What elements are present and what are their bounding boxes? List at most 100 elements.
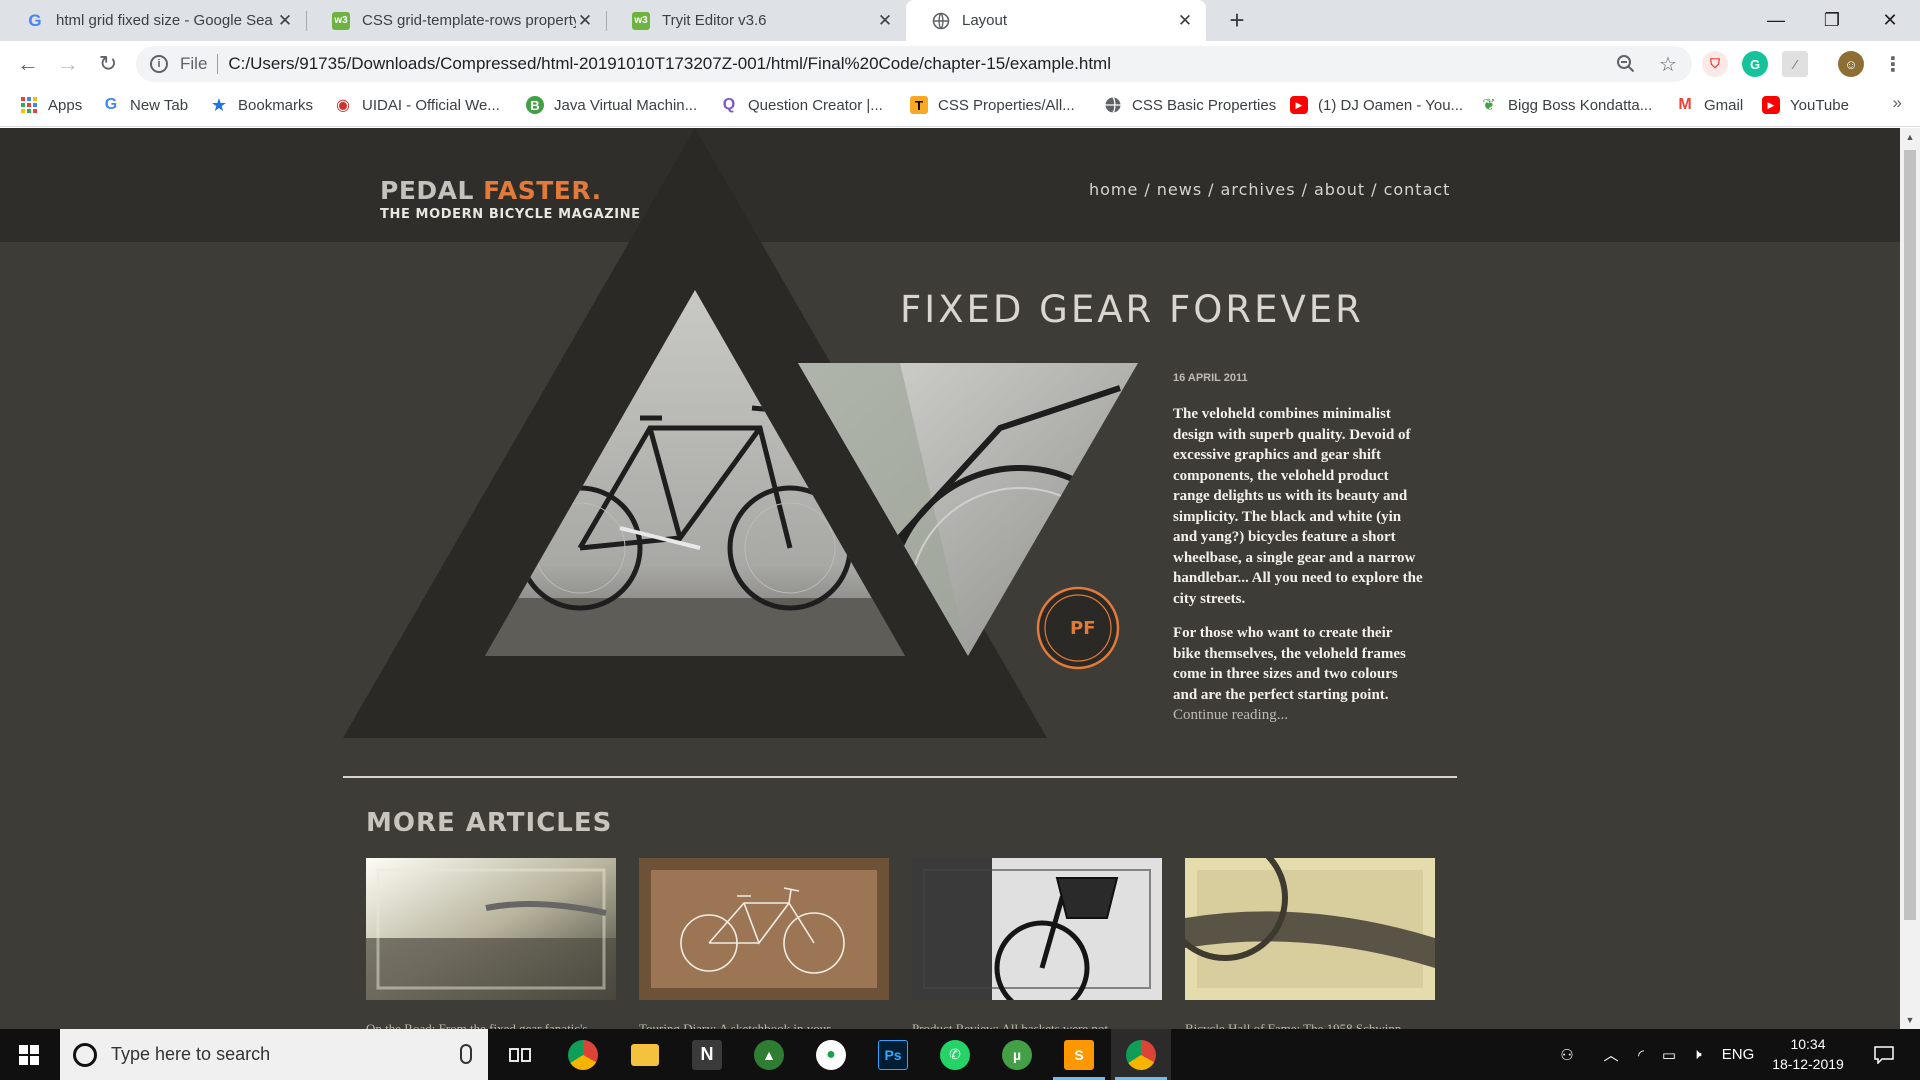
more-articles-heading: MORE ARTICLES [366, 808, 613, 838]
page-scrollbar[interactable]: ▲ ▼ [1900, 128, 1920, 1029]
bookmark-label: Apps [48, 96, 83, 114]
nav-home[interactable]: home [1089, 180, 1138, 199]
grammarly-icon[interactable]: G [1742, 51, 1768, 77]
scroll-down-arrow[interactable]: ▼ [1900, 1011, 1920, 1029]
zoom-icon[interactable] [1612, 50, 1640, 78]
bookmark-uidai[interactable]: ◉ UIDAI - Official We... [334, 87, 500, 123]
close-window-button[interactable]: ✕ [1862, 0, 1918, 41]
bookmark-bigg-boss[interactable]: ❦ Bigg Boss Kondatta... [1480, 87, 1652, 123]
tab-tryit-editor[interactable]: w3 Tryit Editor v3.6 ✕ [606, 0, 906, 41]
battery-icon[interactable]: ▭ [1656, 1029, 1682, 1080]
shield-extension-icon[interactable]: ⛉ [1702, 51, 1728, 77]
bookmarks-overflow-button[interactable]: » [1893, 93, 1902, 113]
tab-title: Tryit Editor v3.6 [662, 12, 767, 29]
people-icon[interactable]: ⚇ [1550, 1029, 1584, 1080]
tab-layout[interactable]: Layout ✕ [906, 0, 1206, 41]
search-placeholder: Type here to search [111, 1044, 271, 1064]
nav-archives[interactable]: archives [1221, 180, 1296, 199]
article-thumb-schwinn[interactable] [1185, 858, 1435, 1000]
menu-dots-icon[interactable]: ⋮ [1880, 51, 1906, 77]
reload-button[interactable]: ↻ [92, 48, 124, 80]
page-viewport: PF PEDAL FASTER. THE MODERN BICYCLE MAGA… [0, 128, 1900, 1029]
article-thumb-basket[interactable] [912, 858, 1162, 1000]
bookmarks-bar: Apps G New Tab ★ Bookmarks ◉ UIDAI - Off… [0, 87, 1920, 127]
pdf-extension-icon[interactable]: ⁄ [1782, 51, 1808, 77]
restore-button[interactable]: ❐ [1804, 0, 1860, 41]
close-icon[interactable]: ✕ [276, 11, 294, 31]
volume-muted-icon[interactable]: 🕨 [1684, 1029, 1710, 1080]
taskbar-chrome[interactable] [1111, 1029, 1171, 1080]
new-tab-button[interactable]: + [1222, 6, 1252, 36]
wifi-icon[interactable]: ◜ [1628, 1029, 1654, 1080]
forward-button[interactable]: → [52, 48, 84, 80]
continue-reading-link[interactable]: Continue reading... [1173, 707, 1288, 723]
scheme-label: File [180, 54, 208, 73]
url-text[interactable]: C:/Users/91735/Downloads/Compressed/html… [228, 54, 1111, 74]
windows-taskbar: Type here to search N ▲ ● Ps ✆ µ S ⚇ ︿ ◜… [0, 1029, 1920, 1080]
bookmark-youtube[interactable]: ▶ YouTube [1762, 87, 1849, 123]
w3schools-icon: w3 [332, 11, 350, 30]
bookmark-css-properties[interactable]: T CSS Properties/All... [910, 87, 1075, 123]
taskbar-chrome-beta[interactable] [553, 1029, 613, 1080]
close-icon[interactable]: ✕ [1176, 11, 1194, 31]
nav-contact[interactable]: contact [1384, 180, 1451, 199]
back-button[interactable]: ← [12, 48, 44, 80]
site-nav: home / news / archives / about / contact [1089, 180, 1450, 199]
tray-chevron-icon[interactable]: ︿ [1598, 1029, 1624, 1080]
nav-separator: / [1371, 180, 1378, 199]
cortana-icon [73, 1042, 97, 1067]
task-view-button[interactable] [490, 1029, 550, 1080]
microphone-icon[interactable] [460, 1044, 472, 1064]
address-bar[interactable]: i File C:/Users/91735/Downloads/Compress… [136, 46, 1692, 82]
leaf-app-icon: ▲ [754, 1039, 784, 1070]
article-thumb-sketch[interactable] [639, 858, 889, 1000]
site-logo[interactable]: PEDAL FASTER. THE MODERN BICYCLE MAGAZIN… [380, 176, 641, 222]
article-caption-3[interactable]: Product Review: All baskets were not [912, 1021, 1162, 1029]
bookmark-css-basic[interactable]: CSS Basic Properties [1104, 87, 1276, 123]
nav-news[interactable]: news [1157, 180, 1202, 199]
info-icon[interactable]: i [150, 55, 168, 73]
bookmark-java-vm[interactable]: B Java Virtual Machin... [526, 87, 697, 123]
bookmark-label: CSS Basic Properties [1132, 96, 1277, 114]
taskbar-utorrent[interactable]: µ [987, 1029, 1047, 1080]
minimize-button[interactable]: — [1748, 0, 1804, 41]
bookmark-bookmarks[interactable]: ★ Bookmarks [210, 87, 313, 123]
bookmark-star-icon[interactable]: ☆ [1654, 50, 1682, 78]
article-caption-1[interactable]: On the Road: From the fixed gear fanatic… [366, 1021, 616, 1029]
article-title: FIXED GEAR FOREVER [900, 288, 1364, 331]
taskbar-app-green[interactable]: ▲ [739, 1029, 799, 1080]
taskbar-photoshop[interactable]: Ps [863, 1029, 923, 1080]
logo-word-pedal: PEDAL [380, 176, 474, 205]
close-icon[interactable]: ✕ [876, 11, 894, 31]
profile-avatar[interactable]: ☺ [1838, 51, 1864, 77]
tab-google-search[interactable]: G html grid fixed size - Google Sea ✕ [0, 0, 306, 41]
language-indicator[interactable]: ENG [1716, 1029, 1760, 1080]
tab-css-grid-template-rows[interactable]: w3 CSS grid-template-rows property ✕ [306, 0, 606, 41]
google-icon: G [104, 96, 118, 113]
action-center-icon[interactable] [1864, 1029, 1904, 1080]
system-clock[interactable]: 10:34 18-12-2019 [1768, 1034, 1848, 1074]
close-icon[interactable]: ✕ [576, 11, 594, 31]
nav-about[interactable]: about [1314, 180, 1365, 199]
taskbar-file-explorer[interactable] [615, 1029, 675, 1080]
taskbar-app-drop[interactable]: ● [801, 1029, 861, 1080]
article-paragraph-2: For those who want to create their bike … [1173, 623, 1423, 726]
article-paragraph-1: The veloheld combines minimalist design … [1173, 406, 1423, 607]
article-caption-4[interactable]: Bicycle Hall of Fame: The 1958 Schwinn [1185, 1021, 1435, 1029]
taskbar-app-n[interactable]: N [677, 1029, 737, 1080]
start-button[interactable] [0, 1029, 58, 1080]
scrollbar-thumb[interactable] [1904, 150, 1916, 920]
taskbar-whatsapp[interactable]: ✆ [925, 1029, 985, 1080]
whatsapp-icon: ✆ [940, 1039, 970, 1070]
bookmark-new-tab[interactable]: G New Tab [102, 87, 188, 123]
taskbar-search[interactable]: Type here to search [60, 1029, 488, 1080]
scroll-up-arrow[interactable]: ▲ [1900, 128, 1920, 146]
bookmark-gmail[interactable]: M Gmail [1676, 87, 1743, 123]
bookmark-label: Bookmarks [238, 96, 314, 114]
article-thumb-road[interactable] [366, 858, 616, 1000]
article-caption-2[interactable]: Touring Diary: A sketchbook in your [639, 1021, 889, 1029]
bookmark-dj-oamen[interactable]: ▶ (1) DJ Oamen - You... [1290, 87, 1463, 123]
taskbar-sublime[interactable]: S [1049, 1029, 1109, 1080]
bookmark-apps[interactable]: Apps [20, 87, 82, 123]
bookmark-question-creator[interactable]: Q Question Creator |... [720, 87, 883, 123]
